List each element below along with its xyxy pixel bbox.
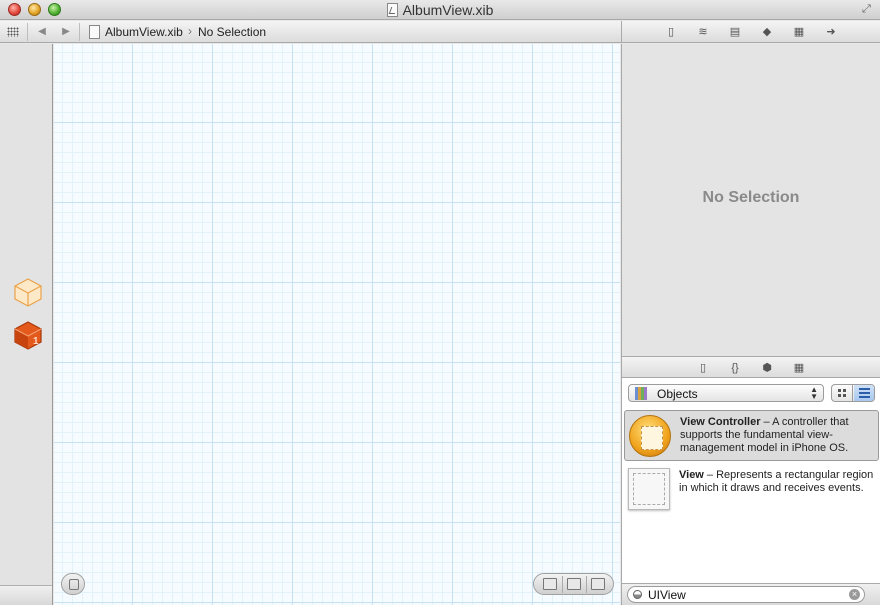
show-outline-button[interactable]: [61, 573, 85, 595]
library-item-detail: – Represents a rectangular region in whi…: [679, 469, 874, 494]
layout-controls: [533, 573, 614, 595]
library-item-description: View Controller – A controller that supp…: [680, 416, 880, 455]
library-view-toggle: [831, 384, 875, 402]
list-view-icon[interactable]: [854, 385, 874, 401]
breadcrumb-file[interactable]: AlbumView.xib: [105, 25, 183, 39]
file-inspector-icon[interactable]: ▯: [664, 25, 678, 39]
breadcrumb-chevron-icon: ›: [188, 24, 192, 38]
dock-bottom-bar: [0, 585, 52, 605]
fullscreen-icon[interactable]: ⤢: [862, 3, 874, 15]
library-filter-bar: ×: [621, 583, 880, 605]
library-item-name: View Controller: [680, 416, 761, 428]
size-to-fit-icon[interactable]: [567, 578, 581, 590]
document-outline-dock: 1: [0, 44, 53, 605]
related-items-grid-icon[interactable]: [7, 27, 19, 37]
jump-bar: ◀ ▶ AlbumView.xib › No Selection: [0, 21, 621, 43]
layout-divider: [562, 576, 563, 593]
library-selector-bar: ▯ {} ⬢ ▦: [621, 356, 880, 378]
back-arrow-icon[interactable]: ◀: [34, 24, 50, 40]
filter-icon: [633, 590, 642, 599]
document-icon: [386, 3, 398, 17]
window-title: AlbumView.xib: [0, 2, 880, 18]
view-icon: [628, 468, 670, 510]
window-title-text: AlbumView.xib: [402, 2, 494, 18]
file-template-library-icon[interactable]: ▯: [696, 361, 710, 375]
connections-inspector-icon[interactable]: ➜: [824, 25, 838, 39]
resizing-icon[interactable]: [591, 578, 605, 590]
media-library-icon[interactable]: ▦: [792, 361, 806, 375]
layout-divider: [586, 576, 587, 593]
interface-builder-canvas[interactable]: [54, 44, 620, 605]
chevron-updown-icon: ▲ ▼: [810, 385, 818, 401]
inspector-selector-bar: ▯ ≋ ▤ ◆ ▦ ➜: [621, 21, 880, 43]
library-category-label: Objects: [657, 387, 698, 401]
clear-filter-icon[interactable]: ×: [849, 589, 860, 600]
object-library-icon[interactable]: ⬢: [760, 361, 774, 375]
library-item-view[interactable]: View – Represents a rectangular region i…: [624, 464, 879, 515]
xib-file-icon: [89, 25, 100, 39]
library-category-select[interactable]: Objects ▲ ▼: [628, 384, 824, 402]
jump-bar-divider: [27, 23, 28, 41]
library-item-view-controller[interactable]: View Controller – A controller that supp…: [624, 410, 879, 461]
books-icon: [635, 387, 649, 400]
identity-inspector-icon[interactable]: ▤: [728, 25, 742, 39]
object-library: Objects ▲ ▼ View Controller – A controlle…: [621, 378, 880, 583]
svg-text:1: 1: [33, 336, 39, 347]
breadcrumb-selection[interactable]: No Selection: [198, 25, 266, 39]
inspector-pane: No Selection: [621, 44, 880, 356]
attributes-inspector-icon[interactable]: ◆: [760, 25, 774, 39]
first-responder-cube-icon[interactable]: 1: [13, 320, 43, 350]
library-item-name: View: [679, 469, 704, 481]
code-snippet-library-icon[interactable]: {}: [728, 361, 742, 375]
grid-view-icon[interactable]: [832, 385, 853, 401]
library-filter-input[interactable]: [627, 586, 865, 603]
forward-arrow-icon[interactable]: ▶: [58, 24, 74, 40]
library-item-description: View – Represents a rectangular region i…: [679, 469, 879, 495]
files-owner-cube-icon[interactable]: [13, 277, 43, 307]
jump-bar-divider: [79, 23, 80, 41]
no-selection-message: No Selection: [702, 189, 800, 206]
view-controller-icon: [629, 415, 671, 457]
quick-help-icon[interactable]: ≋: [696, 25, 710, 39]
align-icon[interactable]: [543, 578, 557, 590]
title-bar: AlbumView.xib ⤢: [0, 0, 880, 20]
size-inspector-icon[interactable]: ▦: [792, 25, 806, 39]
